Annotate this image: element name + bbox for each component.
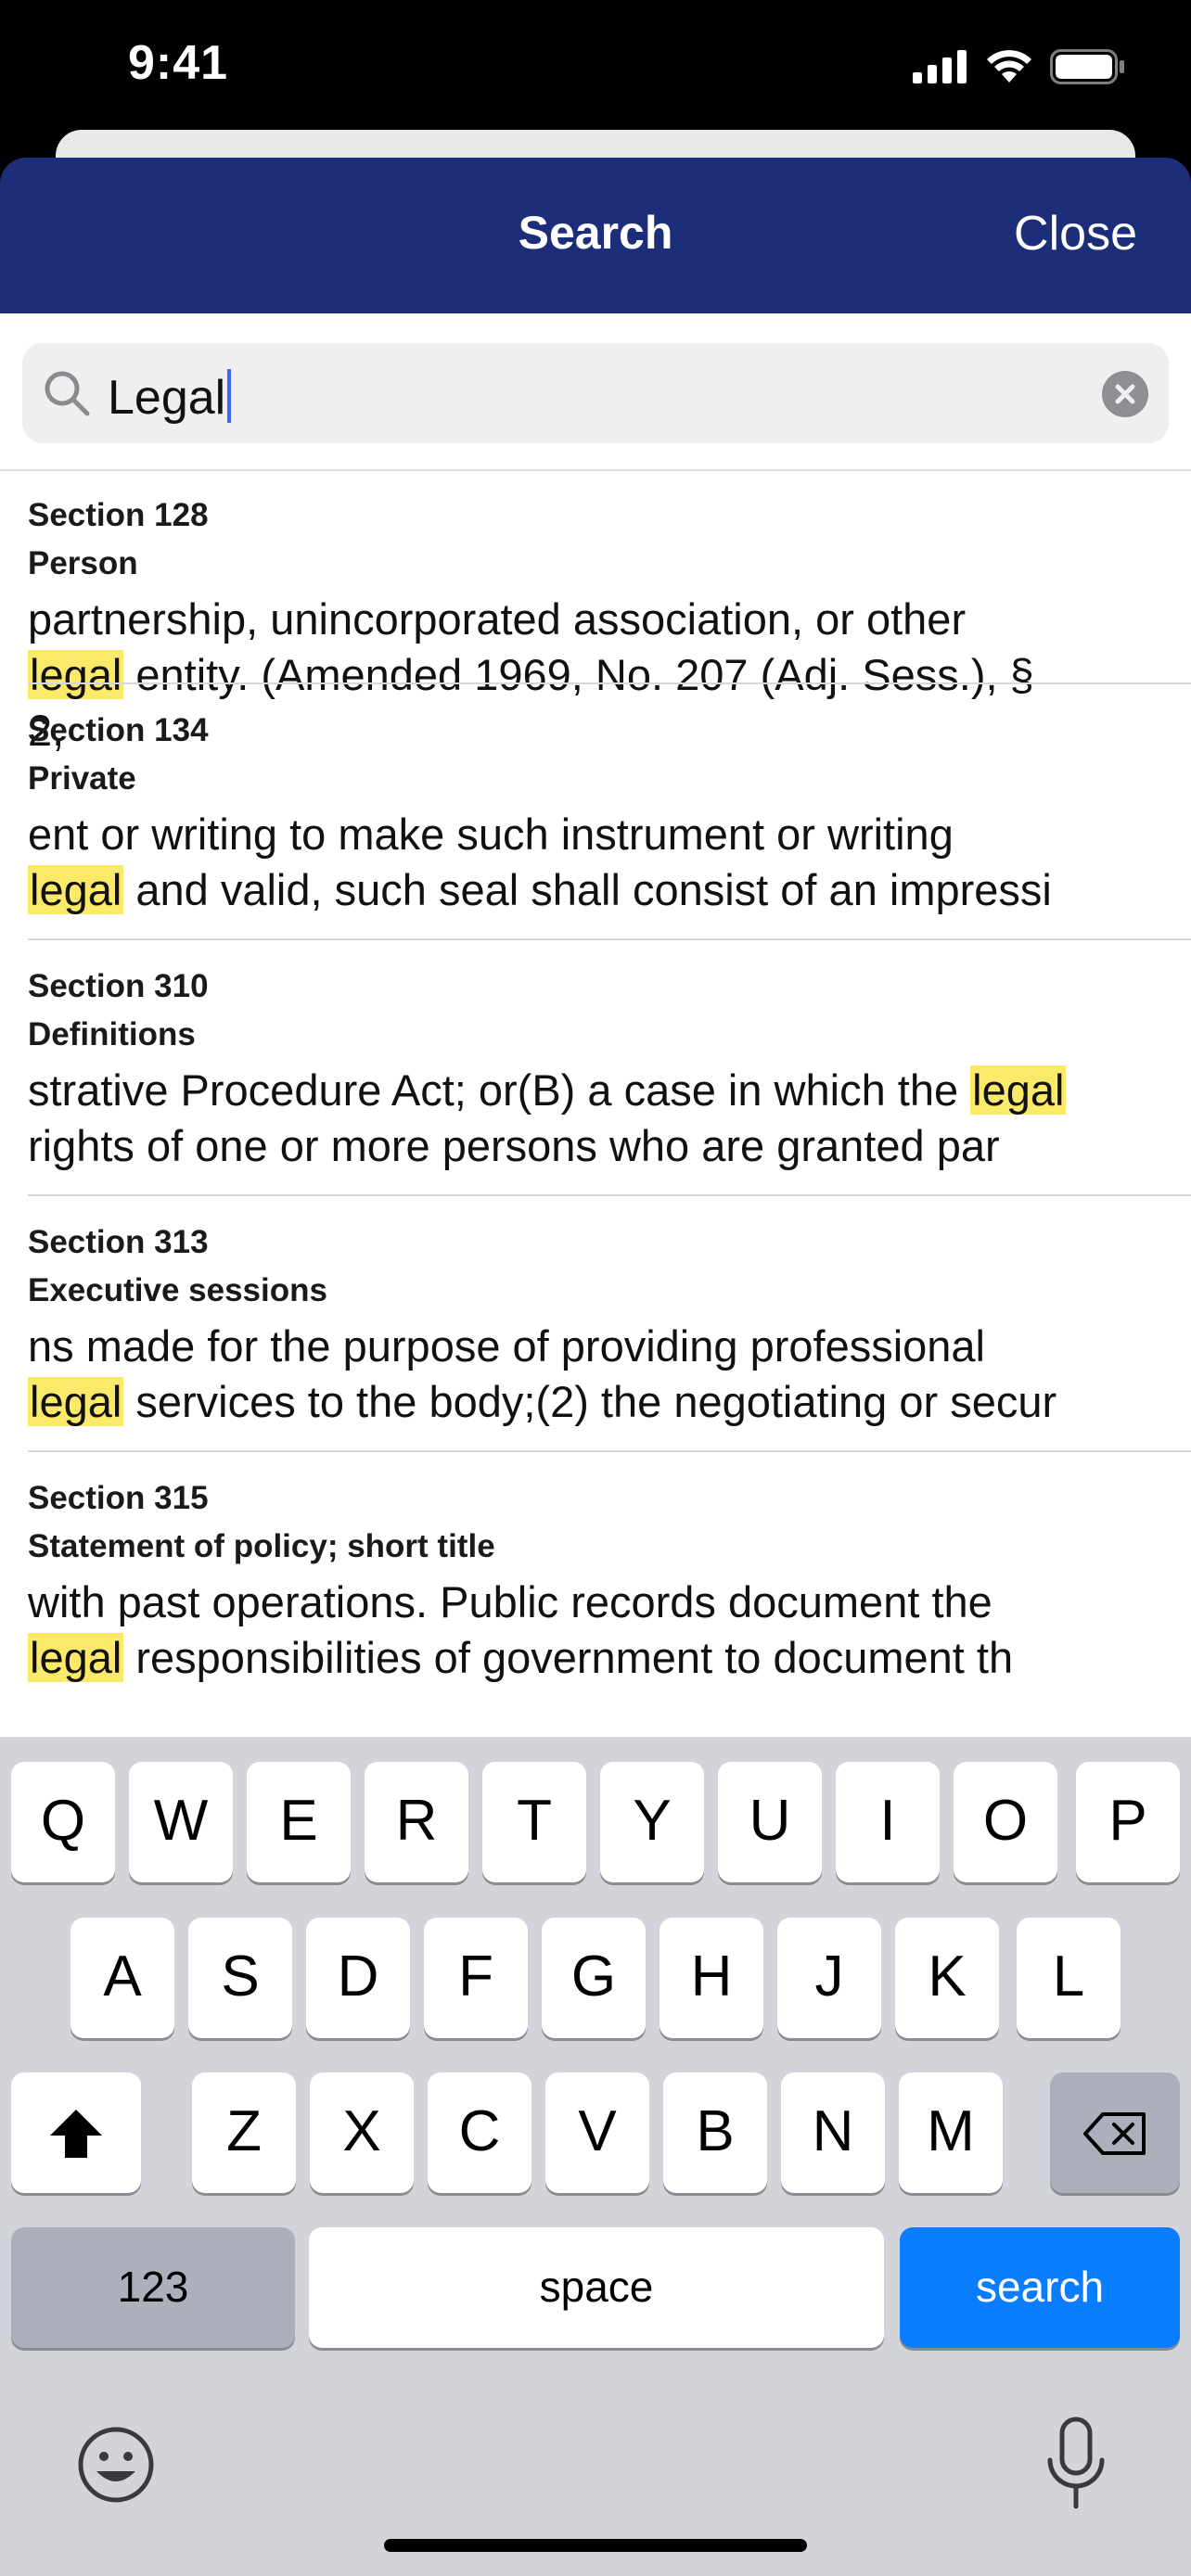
match-highlight: legal xyxy=(28,1377,124,1426)
shift-icon xyxy=(50,2110,102,2158)
page-title: Search xyxy=(518,207,673,259)
key-k[interactable]: K xyxy=(895,1918,999,2038)
close-button[interactable]: Close xyxy=(1014,206,1137,261)
key-p[interactable]: P xyxy=(1076,1762,1180,1882)
key-s[interactable]: S xyxy=(188,1918,292,2038)
key-n[interactable]: N xyxy=(781,2072,885,2193)
key-d[interactable]: D xyxy=(306,1918,410,2038)
result-item[interactable]: Section 313 Executive sessions ns made f… xyxy=(28,1194,1191,1450)
result-snippet: with past operations. Public records doc… xyxy=(28,1577,1014,1682)
search-icon xyxy=(45,371,90,416)
result-snippet: ent or writing to make such instrument o… xyxy=(28,810,1052,914)
backspace-key[interactable] xyxy=(1050,2072,1180,2193)
key-l[interactable]: L xyxy=(1017,1918,1121,2038)
space-key[interactable]: space xyxy=(309,2227,884,2348)
key-i[interactable]: I xyxy=(836,1762,940,1882)
key-f[interactable]: F xyxy=(424,1918,528,2038)
keyboard: Q W E R T Y U I O P A S D F G H J K L Z … xyxy=(0,1737,1191,2576)
result-heading: Person xyxy=(28,545,138,581)
result-snippet: strative Procedure Act; or(B) a case in … xyxy=(28,1065,1067,1170)
nav-bar: Search Close xyxy=(0,158,1191,313)
result-heading: Statement of policy; short title xyxy=(28,1528,495,1564)
result-snippet: ns made for the purpose of providing pro… xyxy=(28,1321,1057,1426)
result-heading: Executive sessions xyxy=(28,1272,327,1308)
key-u[interactable]: U xyxy=(718,1762,822,1882)
key-x[interactable]: X xyxy=(310,2072,414,2193)
key-v[interactable]: V xyxy=(545,2072,649,2193)
battery-icon xyxy=(1050,49,1124,84)
match-highlight: legal xyxy=(970,1065,1067,1115)
result-section: Section 315 xyxy=(28,1480,209,1516)
emoji-button[interactable] xyxy=(74,2423,158,2506)
key-y[interactable]: Y xyxy=(600,1762,704,1882)
key-q[interactable]: Q xyxy=(11,1762,115,1882)
wifi-icon xyxy=(987,50,1031,83)
key-g[interactable]: G xyxy=(542,1918,646,2038)
result-item[interactable]: Section 128 Person partnership, unincorp… xyxy=(0,473,1191,755)
search-key[interactable]: search xyxy=(900,2227,1180,2348)
key-z[interactable]: Z xyxy=(192,2072,296,2193)
result-item[interactable]: Section 134 Private ent or writing to ma… xyxy=(28,682,1191,938)
key-b[interactable]: B xyxy=(663,2072,767,2193)
key-h[interactable]: H xyxy=(660,1918,763,2038)
status-icons xyxy=(913,48,1126,85)
status-time: 9:41 xyxy=(128,36,229,90)
results-list: Section 128 Person partnership, unincorp… xyxy=(0,473,1191,1706)
text-caret xyxy=(227,369,232,423)
clear-icon xyxy=(1115,384,1135,404)
key-c[interactable]: C xyxy=(428,2072,531,2193)
match-highlight: legal xyxy=(28,865,124,914)
result-section: Section 313 xyxy=(28,1224,209,1260)
search-field[interactable]: Legal xyxy=(22,343,1169,443)
result-item[interactable]: Section 310 Definitions strative Procedu… xyxy=(28,938,1191,1194)
cellular-signal-icon xyxy=(913,50,967,83)
result-heading: Definitions xyxy=(28,1016,196,1052)
backspace-icon xyxy=(1083,2112,1146,2155)
result-section: Section 310 xyxy=(28,968,209,1004)
key-a[interactable]: A xyxy=(70,1918,174,2038)
result-section: Section 128 xyxy=(28,497,209,533)
key-m[interactable]: M xyxy=(899,2072,1003,2193)
clear-search-button[interactable] xyxy=(1102,371,1148,417)
home-indicator xyxy=(384,2539,807,2552)
key-o[interactable]: O xyxy=(954,1762,1057,1882)
key-t[interactable]: T xyxy=(482,1762,586,1882)
key-j[interactable]: J xyxy=(777,1918,881,2038)
result-item[interactable]: Section 315 Statement of policy; short t… xyxy=(28,1450,1191,1706)
shift-key[interactable] xyxy=(11,2072,141,2193)
divider xyxy=(0,469,1191,471)
numbers-key[interactable]: 123 xyxy=(11,2227,295,2348)
search-content: Legal Section 128 Person partnership, un… xyxy=(0,313,1191,1737)
match-highlight: legal xyxy=(28,1633,124,1682)
key-r[interactable]: R xyxy=(365,1762,468,1882)
result-section: Section 134 xyxy=(28,712,209,748)
status-bar: 9:41 xyxy=(0,0,1191,139)
search-input[interactable]: Legal xyxy=(108,369,232,426)
dictation-button[interactable] xyxy=(1039,2414,1113,2516)
key-e[interactable]: E xyxy=(247,1762,351,1882)
emoji-icon xyxy=(78,2427,154,2503)
key-w[interactable]: W xyxy=(129,1762,233,1882)
result-heading: Private xyxy=(28,760,136,797)
microphone-icon xyxy=(1047,2417,1105,2509)
